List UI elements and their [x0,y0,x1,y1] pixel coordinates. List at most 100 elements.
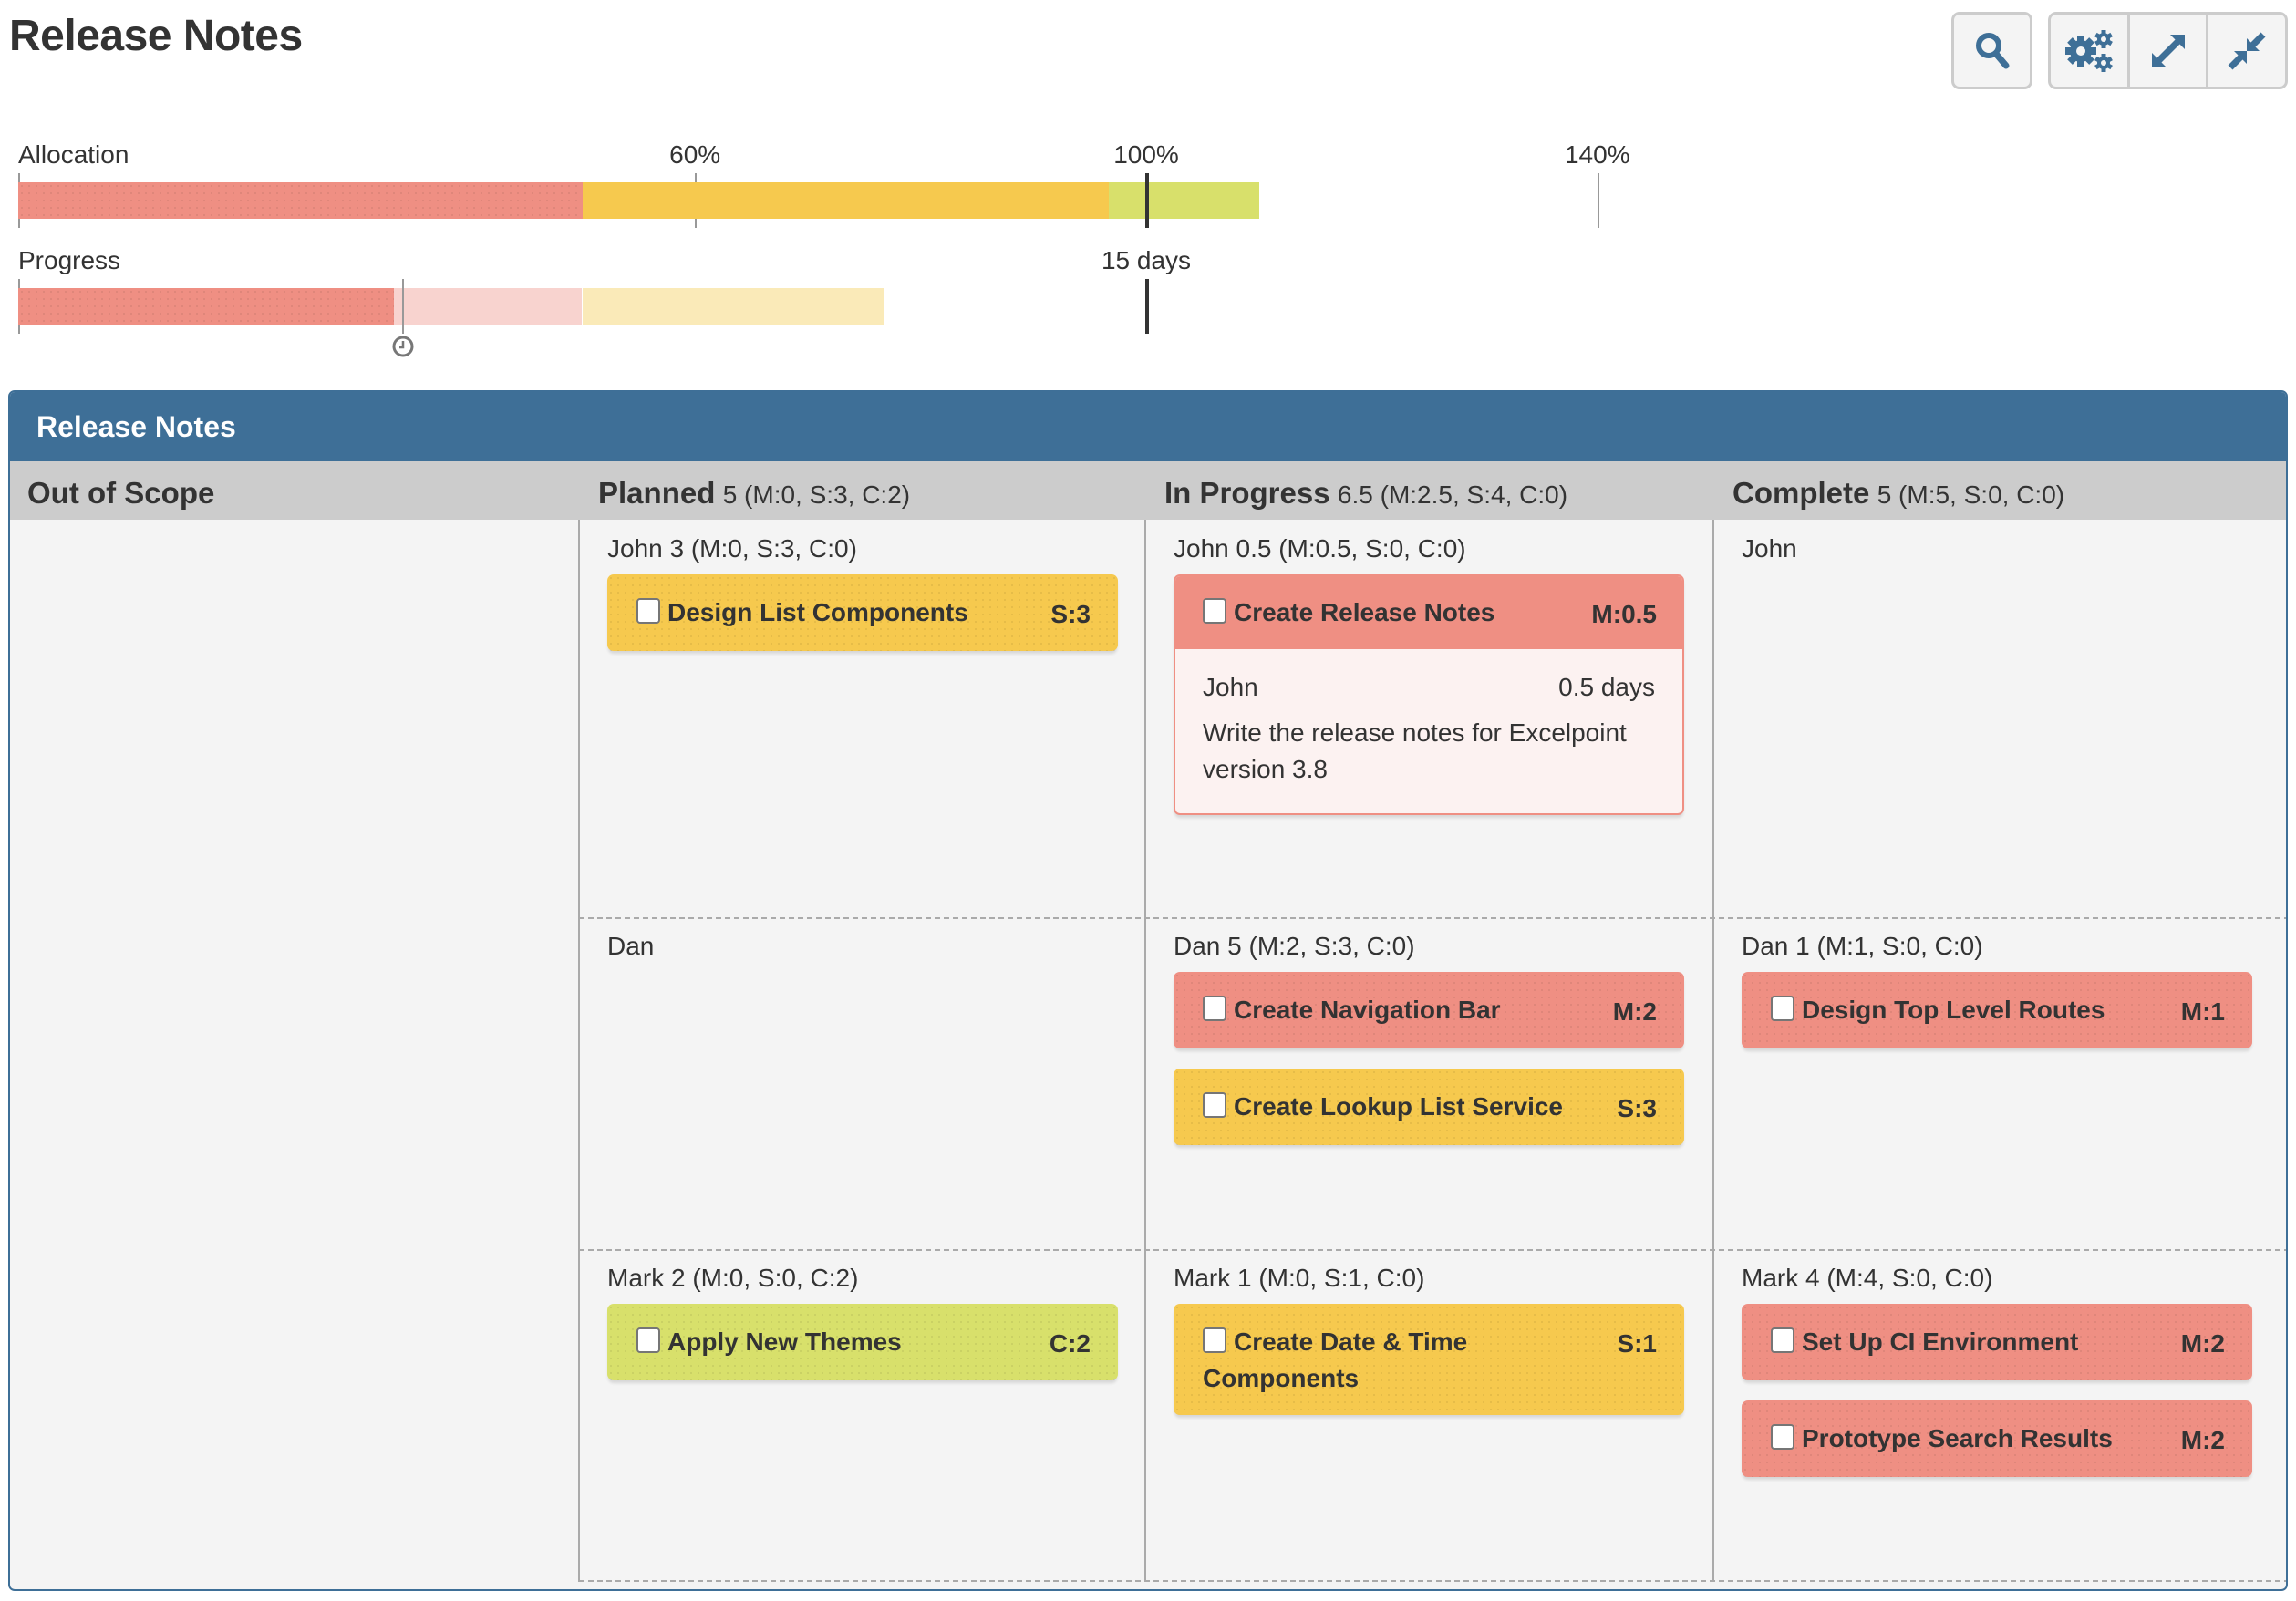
compress-button[interactable] [2206,15,2285,87]
column-divider [1144,520,1146,1582]
card-size-badge: S:3 [1617,1094,1657,1122]
card-title: Create Navigation Bar [1203,992,1613,1028]
allocation-segment-could [1109,182,1259,219]
compress-icon [2228,32,2266,69]
card-header: Set Up CI Environment M:2 [1742,1304,2252,1380]
column-divider [1712,520,1714,1582]
swimlane-label: Mark 1 (M:0, S:1, C:0) [1174,1264,1425,1292]
column-header-out-of-scope: Out of Scope [27,476,214,511]
task-card[interactable]: Apply New Themes C:2 [607,1304,1118,1380]
column-name: Planned [598,476,716,510]
card-header: Create Lookup List Service S:3 [1174,1069,1684,1145]
allocation-tick-label: 100% [1113,140,1179,169]
allocation-tick [1145,173,1149,228]
swimlane-label: Mark 2 (M:0, S:0, C:2) [607,1264,859,1292]
card-details: John 0.5 days Write the release notes for … [1175,649,1682,813]
swimlane-label: Dan [607,932,655,960]
swimlane-label: Dan 5 (M:2, S:3, C:0) [1174,932,1415,960]
swimlane-label: John 0.5 (M:0.5, S:0, C:0) [1174,534,1466,563]
task-card[interactable]: Set Up CI Environment M:2 [1742,1304,2252,1380]
card-title: Create Date & Time Components [1203,1324,1617,1397]
card-size-badge: S:1 [1617,1329,1657,1358]
column-totals: 5 (M:0, S:3, C:2) [722,480,911,509]
allocation-label: Allocation [18,140,129,169]
card-meta-row: John 0.5 days [1203,669,1655,706]
task-card[interactable]: Create Release Notes M:0.5 John 0.5 days Wri… [1174,574,1684,815]
swimlane-divider [579,1580,2286,1582]
card-size-badge: M:2 [2180,1426,2225,1454]
card-title-text: Create Date & Time Components [1203,1327,1468,1392]
progress-segment-should_light [582,288,884,325]
column-name: Complete [1732,476,1870,510]
task-card[interactable]: Design List Components S:3 [607,574,1118,651]
clock-icon [392,336,414,357]
card-title: Create Release Notes [1203,594,1591,631]
card-header: Design Top Level Routes M:1 [1742,972,2252,1048]
column-divider [578,520,580,1582]
task-checkbox[interactable] [1203,1327,1226,1353]
task-card[interactable]: Create Navigation Bar M:2 [1174,972,1684,1048]
task-checkbox[interactable] [1771,1327,1794,1353]
swimlane-divider [579,1249,2286,1251]
swimlane-label: John [1742,534,1797,563]
card-description: Write the release notes for Excelpoint v… [1203,718,1627,783]
card-header: Create Release Notes M:0.5 [1175,576,1682,649]
card-header: Apply New Themes C:2 [607,1304,1118,1380]
capacity-label: 15 days [1101,246,1192,274]
settings-button[interactable] [2051,15,2127,87]
task-checkbox[interactable] [1203,1092,1226,1118]
gears-icon [2064,29,2113,72]
swimlane-label: John 3 (M:0, S:3, C:0) [607,534,857,563]
allocation-segment-must [18,182,583,219]
card-title: Create Lookup List Service [1203,1089,1617,1125]
panel-header: Release Notes [10,392,2286,461]
card-header: Design List Components S:3 [607,574,1118,651]
task-checkbox[interactable] [1203,598,1226,624]
card-title-text: Design List Components [667,598,968,626]
progress-label: Progress [18,246,121,274]
task-card[interactable]: Prototype Search Results M:2 [1742,1400,2252,1477]
task-checkbox[interactable] [1203,996,1226,1021]
expand-button[interactable] [2126,15,2207,87]
card-title-text: Set Up CI Environment [1802,1327,2079,1356]
column-header-row: Out of Scope Planned 5 (M:0, S:3, C:2) In … [10,461,2286,520]
card-size-badge: M:1 [2180,997,2225,1026]
column-name: Out of Scope [27,476,215,510]
task-checkbox[interactable] [1771,996,1794,1021]
progress-segment-must [18,288,394,325]
column-header-in-progress: In Progress 6.5 (M:2.5, S:4, C:0) [1164,476,1567,511]
card-title-text: Create Lookup List Service [1234,1092,1564,1121]
card-title: Apply New Themes [636,1324,1050,1360]
card-title-text: Design Top Level Routes [1802,996,2105,1024]
card-header: Prototype Search Results M:2 [1742,1400,2252,1477]
card-size-badge: S:3 [1050,600,1091,628]
panel-title: Release Notes [36,410,236,443]
card-assignee: John [1203,673,1258,701]
task-card[interactable]: Create Date & Time Components S:1 [1174,1304,1684,1415]
card-title-text: Create Release Notes [1234,598,1495,626]
card-title-text: Apply New Themes [667,1327,902,1356]
view-button-group [2048,12,2288,89]
allocation-tick-label: 60% [669,140,721,169]
task-checkbox[interactable] [636,598,660,624]
card-size-badge: M:2 [1612,997,1657,1026]
card-size-badge: M:2 [2180,1329,2225,1358]
task-card[interactable]: Design Top Level Routes M:1 [1742,972,2252,1048]
page-title: Release Notes [9,12,303,60]
card-title: Design Top Level Routes [1771,992,2181,1028]
column-header-complete: Complete 5 (M:5, S:0, C:0) [1732,476,2064,511]
column-name: In Progress [1164,476,1330,510]
search-button[interactable] [1951,12,2032,89]
task-checkbox[interactable] [1771,1424,1794,1450]
column-totals: 6.5 (M:2.5, S:4, C:0) [1337,480,1568,509]
card-size-badge: M:0.5 [1591,600,1657,628]
column-header-planned: Planned 5 (M:0, S:3, C:2) [598,476,910,511]
search-icon [1975,32,2009,68]
card-header: Create Navigation Bar M:2 [1174,972,1684,1048]
task-card[interactable]: Create Lookup List Service S:3 [1174,1069,1684,1145]
expand-icon [2151,34,2185,67]
card-title: Prototype Search Results [1771,1420,2181,1457]
card-title: Set Up CI Environment [1771,1324,2181,1360]
task-checkbox[interactable] [636,1327,660,1353]
card-title: Design List Components [636,594,1050,631]
